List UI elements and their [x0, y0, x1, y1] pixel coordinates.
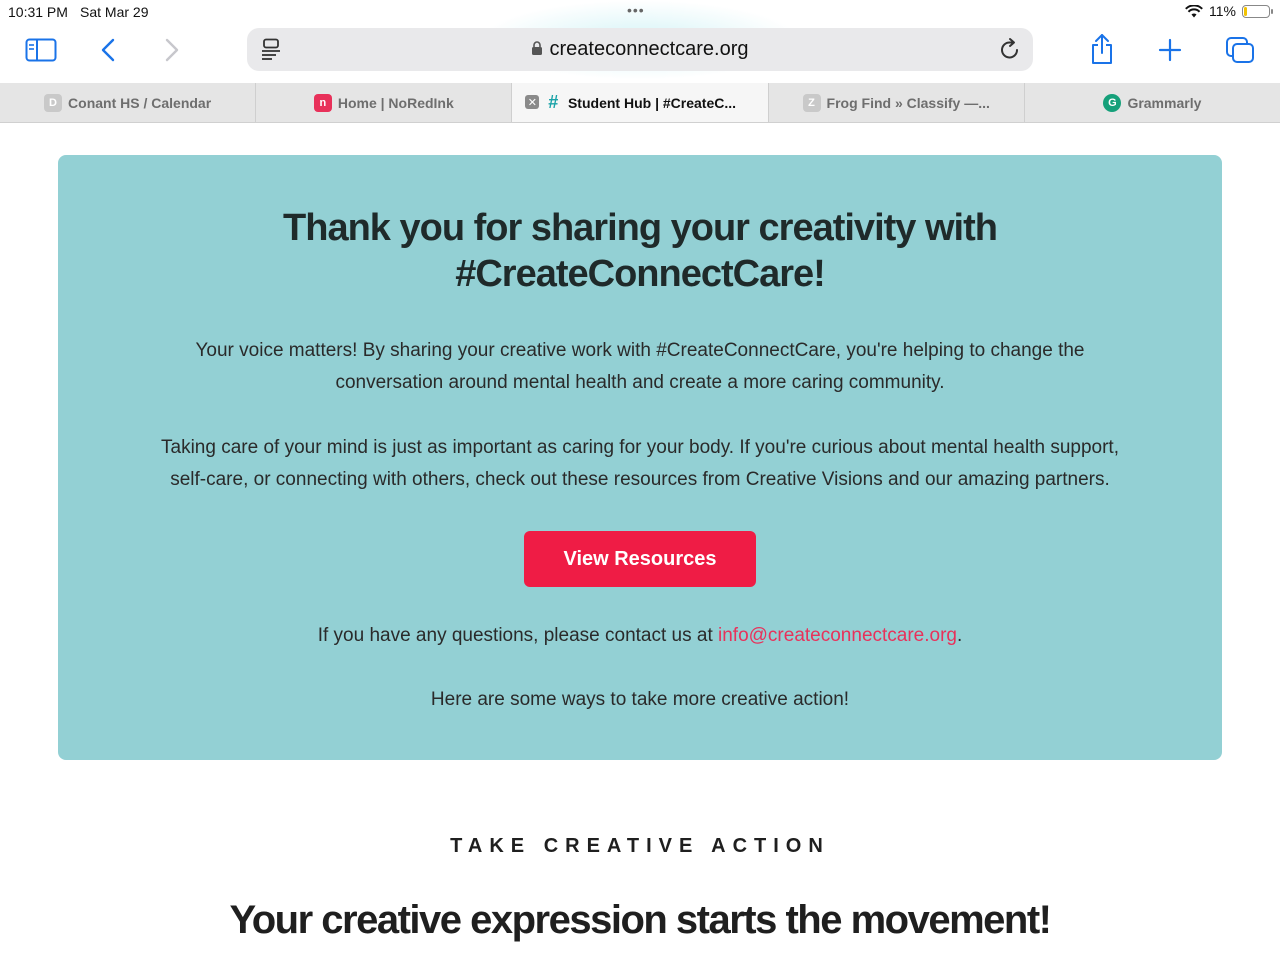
card-title-line1: Thank you for sharing your creativity wi… [283, 207, 998, 249]
forward-icon[interactable] [160, 36, 184, 64]
status-time: 10:31 PM [8, 4, 68, 20]
tabs-overview-icon[interactable] [1224, 35, 1256, 65]
tab-bar: D Conant HS / Calendar n Home | NoRedInk… [0, 83, 1280, 123]
tab-label: Grammarly [1127, 94, 1202, 111]
para2-line2: self-care, or connecting with others, ch… [170, 469, 1110, 490]
tab-label: Home | NoRedInk [337, 94, 454, 111]
status-right: 11% [1185, 3, 1273, 19]
tab-grammarly[interactable]: G Grammarly [1025, 83, 1280, 122]
tab-frog-find[interactable]: Z Frog Find » Classify —... [769, 83, 1025, 122]
multitasking-dots-icon[interactable]: ••• [627, 2, 645, 18]
tab-student-hub[interactable]: ✕ # Student Hub | #CreateC... [512, 83, 769, 122]
tab-favicon-icon: n [313, 93, 332, 112]
wifi-icon [1185, 4, 1203, 17]
contact-prefix: If you have any questions, please contac… [317, 625, 719, 646]
reader-icon[interactable] [261, 38, 281, 66]
section-headline: Your creative expression starts the move… [229, 898, 1052, 942]
url-text[interactable]: createconnectcare.org [549, 38, 748, 61]
thank-you-card: Thank you for sharing your creativity wi… [58, 155, 1222, 760]
more-actions-text: Here are some ways to take more creative… [430, 689, 850, 710]
tab-favicon-icon: D [44, 93, 63, 112]
battery-icon [1242, 4, 1273, 18]
sidebar-icon[interactable] [24, 36, 58, 64]
contact-email-link[interactable]: info@createconnectcare.org [718, 625, 957, 646]
card-title: Thank you for sharing your creativity wi… [58, 205, 1222, 297]
tab-label: Student Hub | #CreateC... [567, 94, 737, 111]
tab-favicon-icon: # [547, 92, 558, 112]
tab-conant-calendar[interactable]: D Conant HS / Calendar [0, 83, 257, 122]
lock-icon [531, 40, 543, 59]
contact-suffix: . [957, 625, 963, 646]
tab-favicon-icon: G [1103, 93, 1122, 112]
tab-label: Conant HS / Calendar [68, 94, 212, 111]
address-bar[interactable]: createconnectcare.org [247, 28, 1033, 71]
new-tab-icon[interactable] [1156, 36, 1184, 64]
battery-percent: 11% [1209, 3, 1236, 19]
view-resources-button[interactable]: View Resources [524, 531, 756, 587]
voice-matters-paragraph: Your voice matters! By sharing your crea… [58, 335, 1222, 399]
close-tab-icon[interactable]: ✕ [525, 95, 540, 109]
para1-line1: Your voice matters! By sharing your crea… [195, 340, 1085, 361]
back-icon[interactable] [96, 36, 120, 64]
contact-paragraph: If you have any questions, please contac… [58, 620, 1222, 652]
status-bar: 10:31 PM Sat Mar 29 ••• 11% [0, 0, 1280, 24]
self-care-paragraph: Taking care of your mind is just as impo… [58, 432, 1222, 496]
reload-icon[interactable] [999, 37, 1021, 67]
status-date: Sat Mar 29 [80, 4, 149, 20]
card-title-line2: #CreateConnectCare! [455, 253, 826, 295]
tab-label: Frog Find » Classify —... [826, 94, 990, 111]
tab-noredink[interactable]: n Home | NoRedInk [256, 83, 513, 122]
section-kicker: TAKE CREATIVE ACTION [450, 835, 830, 857]
browser-toolbar: createconnectcare.org [0, 24, 1280, 82]
tab-favicon-icon: Z [802, 93, 821, 112]
share-icon[interactable] [1088, 32, 1116, 66]
para2-line1: Taking care of your mind is just as impo… [161, 437, 1119, 458]
para1-line2: conversation around mental health and cr… [335, 372, 945, 393]
